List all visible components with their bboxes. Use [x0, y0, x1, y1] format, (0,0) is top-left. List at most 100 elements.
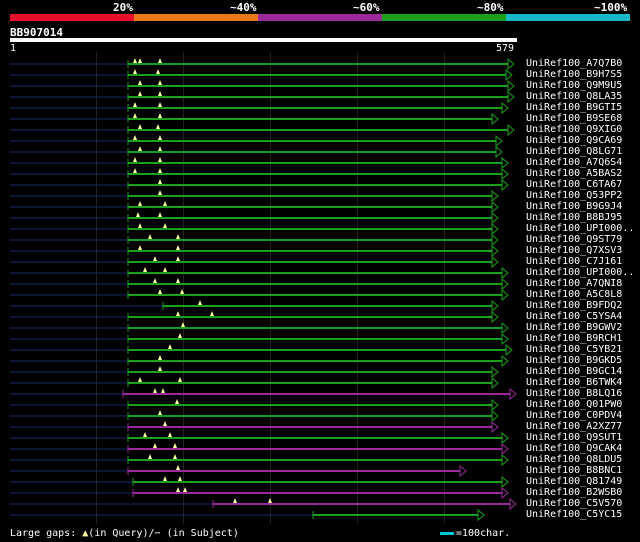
- alignment-arrow-icon: [501, 431, 509, 445]
- alignment-arrow-icon: [501, 475, 509, 489]
- hit-label-link[interactable]: UniRef100_A5BAS2: [526, 168, 622, 179]
- alignment-arrow-icon: [505, 343, 513, 357]
- hit-label-link[interactable]: UniRef100_C6TA67: [526, 179, 622, 190]
- alignment-arrow-icon: [491, 310, 499, 324]
- alignment-arrow-icon: [507, 90, 515, 104]
- query-gap-marker: [153, 388, 157, 393]
- hit-label-link[interactable]: UniRef100_Q81749: [526, 476, 622, 487]
- hit-label-link[interactable]: UniRef100_Q9M9U5: [526, 80, 622, 91]
- query-gap-marker: [163, 421, 167, 426]
- hit-label-link[interactable]: UniRef100_A7Q7B0: [526, 58, 622, 69]
- alignment-arrow-icon: [501, 288, 509, 302]
- alignment-arrow-icon: [495, 134, 503, 148]
- alignment-arrow-icon: [501, 442, 509, 456]
- hit-label-link[interactable]: UniRef100_Q01PW0: [526, 399, 622, 410]
- hit-label-link[interactable]: UniRef100_Q9SUT1: [526, 432, 622, 443]
- hit-label-link[interactable]: UniRef100_C5YB21: [526, 344, 622, 355]
- query-gap-marker: [176, 234, 180, 239]
- hit-label-link[interactable]: UniRef100_Q8LA35: [526, 91, 622, 102]
- hit-label-link[interactable]: UniRef100_B9GWV2: [526, 322, 622, 333]
- query-gap-marker: [136, 212, 140, 217]
- hit-label-link[interactable]: UniRef100_Q8LG71: [526, 146, 622, 157]
- alignment-arrow-icon: [491, 244, 499, 258]
- query-gap-marker: [148, 234, 152, 239]
- gap-legend-label: Large gaps:: [10, 528, 77, 539]
- query-gap-marker: [176, 278, 180, 283]
- hit-label-link[interactable]: UniRef100_B8LQ16: [526, 388, 622, 399]
- query-gap-marker: [143, 267, 147, 272]
- hit-label-link[interactable]: UniRef100_A7Q6S4: [526, 157, 622, 168]
- hit-label-link[interactable]: UniRef100_B9G9J4: [526, 201, 622, 212]
- query-gap-marker: [138, 91, 142, 96]
- hit-label-link[interactable]: UniRef100_B8BJ95: [526, 212, 622, 223]
- query-gap-marker: [133, 102, 137, 107]
- query-gap-marker: [138, 377, 142, 382]
- query-gap-marker: [138, 245, 142, 250]
- hit-label-link[interactable]: UniRef100_Q9ST79: [526, 234, 622, 245]
- hit-label-link[interactable]: UniRef100_B9SE68: [526, 113, 622, 124]
- hit-label-link[interactable]: UniRef100_B9GTI5: [526, 102, 622, 113]
- query-gap-marker: [176, 256, 180, 261]
- scale-text: =100char.: [456, 528, 511, 539]
- query-gap-marker: [163, 476, 167, 481]
- alignment-arrow-icon: [491, 211, 499, 225]
- query-gap-marker: [233, 498, 237, 503]
- query-gap-marker: [158, 157, 162, 162]
- alignment-arrow-icon: [501, 332, 509, 346]
- hit-label-link[interactable]: UniRef100_C0PDV4: [526, 410, 622, 421]
- query-gap-marker: [158, 366, 162, 371]
- hit-label-link[interactable]: UniRef100_A5C8L8: [526, 289, 622, 300]
- query-gap-marker: [138, 58, 142, 63]
- hit-label-link[interactable]: UniRef100_A7QNI8: [526, 278, 622, 289]
- hit-label-link[interactable]: UniRef100_C5V570: [526, 498, 622, 509]
- hit-label-link[interactable]: UniRef100_C5YC15: [526, 509, 622, 520]
- hit-label-link[interactable]: UniRef100_Q7XSV3: [526, 245, 622, 256]
- hit-label-link[interactable]: UniRef100_A2XZ77: [526, 421, 622, 432]
- query-gap-marker: [138, 80, 142, 85]
- query-gap-marker: [178, 333, 182, 338]
- query-gap-marker: [138, 201, 142, 206]
- hit-label-link[interactable]: UniRef100_Q9CAK4: [526, 443, 622, 454]
- hit-label-link[interactable]: UniRef100_UPI000..: [526, 223, 634, 234]
- hit-label-link[interactable]: UniRef100_Q53PP2: [526, 190, 622, 201]
- query-gap-marker: [143, 432, 147, 437]
- query-gap-marker: [133, 58, 137, 63]
- query-gap-marker: [158, 102, 162, 107]
- query-gap-marker: [138, 124, 142, 129]
- alignment-arrow-icon: [491, 409, 499, 423]
- hit-label-link[interactable]: UniRef100_Q8LDU5: [526, 454, 622, 465]
- query-gap-marker: [158, 355, 162, 360]
- query-gap-marker: [176, 487, 180, 492]
- hit-label-link[interactable]: UniRef100_B9FDQ2: [526, 300, 622, 311]
- alignment-arrow-icon: [491, 376, 499, 390]
- hit-label-link[interactable]: UniRef100_C5YSA4: [526, 311, 622, 322]
- hit-label-link[interactable]: UniRef100_UPI000..: [526, 267, 634, 278]
- hit-label-link[interactable]: UniRef100_B9RCH1: [526, 333, 622, 344]
- hit-label-link[interactable]: UniRef100_Q9XIG0: [526, 124, 622, 135]
- alignment-arrow-icon: [501, 178, 509, 192]
- query-gap-marker: [158, 58, 162, 63]
- query-gap-marker: [183, 487, 187, 492]
- alignment-arrow-icon: [491, 189, 499, 203]
- query-gap-marker: [173, 443, 177, 448]
- alignment-arrow-icon: [501, 101, 509, 115]
- alignment-arrow-icon: [491, 112, 499, 126]
- hit-label-link[interactable]: UniRef100_C7J161: [526, 256, 622, 267]
- query-gap-marker: [133, 69, 137, 74]
- hit-label-link[interactable]: UniRef100_B2WSB0: [526, 487, 622, 498]
- alignment-arrow-icon: [501, 354, 509, 368]
- hit-label-link[interactable]: UniRef100_B6TWK4: [526, 377, 622, 388]
- query-gap-marker: [158, 410, 162, 415]
- hit-label-link[interactable]: UniRef100_B9GKD5: [526, 355, 622, 366]
- query-gap-marker: [178, 377, 182, 382]
- hit-label-link[interactable]: UniRef100_B8BNC1: [526, 465, 622, 476]
- hit-label-link[interactable]: UniRef100_Q9CA69: [526, 135, 622, 146]
- hit-label-link[interactable]: UniRef100_B9GC14: [526, 366, 622, 377]
- query-gap-marker: [163, 201, 167, 206]
- query-gap-marker: [153, 256, 157, 261]
- alignment-arrow-icon: [491, 398, 499, 412]
- hit-label-link[interactable]: UniRef100_B9H7S5: [526, 69, 622, 80]
- alignment-arrow-icon: [501, 277, 509, 291]
- query-gap-marker: [153, 278, 157, 283]
- query-gap-marker: [133, 157, 137, 162]
